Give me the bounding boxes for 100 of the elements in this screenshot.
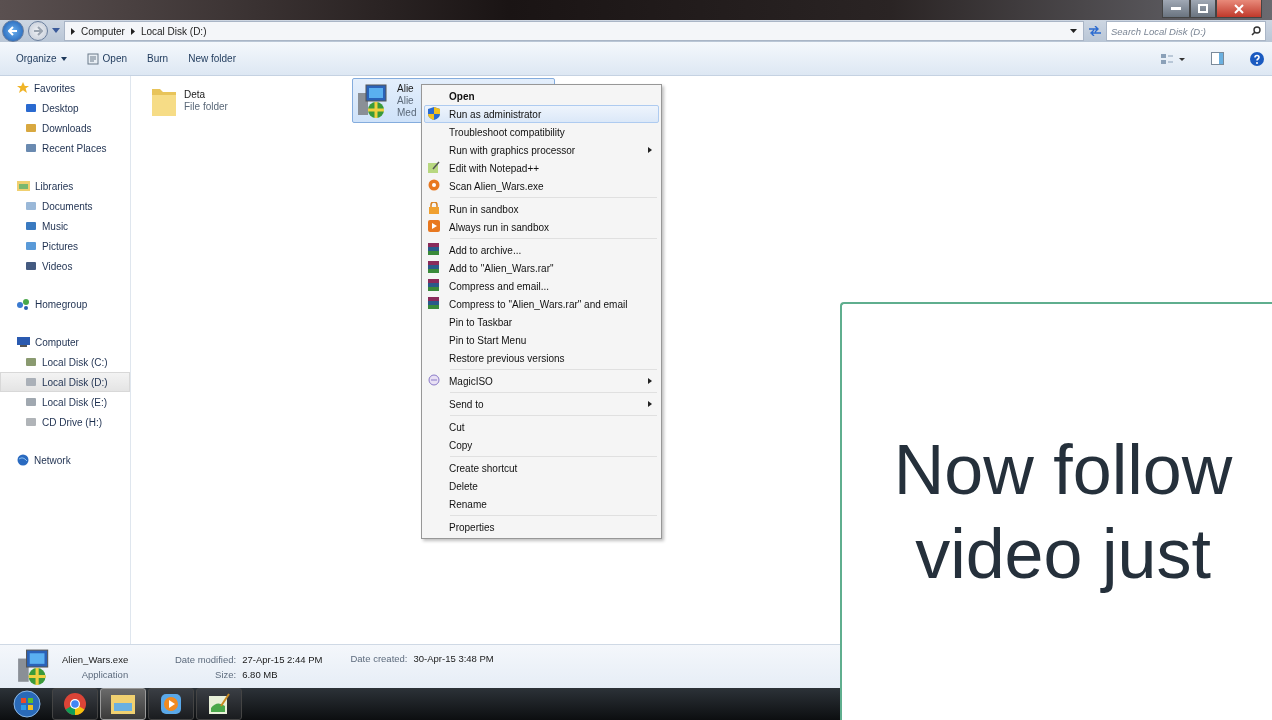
- nav-item[interactable]: Documents: [0, 196, 130, 216]
- detail-label: Date created:: [350, 653, 408, 664]
- archive-icon: [428, 243, 439, 255]
- preview-pane-icon[interactable]: [1211, 52, 1224, 65]
- media-player-icon[interactable]: [159, 692, 183, 716]
- place-icon: [25, 356, 37, 368]
- menu-item[interactable]: Add to "Alien_Wars.rar": [424, 259, 659, 277]
- toolbar-button[interactable]: Open: [78, 49, 136, 68]
- back-button[interactable]: [2, 20, 24, 42]
- nav-item[interactable]: Pictures: [0, 236, 130, 256]
- caption-line: Now follow: [893, 430, 1233, 511]
- caret-icon[interactable]: [1070, 28, 1077, 34]
- menu-item[interactable]: Always run in sandbox: [424, 218, 659, 236]
- back-arrow-icon: [8, 26, 18, 36]
- toolbar-button[interactable]: Organize: [8, 50, 75, 67]
- menu-item[interactable]: Add to archive...: [424, 241, 659, 259]
- menu-item[interactable]: Restore previous versions: [424, 349, 659, 367]
- nav-item[interactable]: Homegroup: [0, 294, 130, 314]
- disc-icon: [428, 374, 440, 386]
- place-icon: [25, 220, 37, 232]
- nav-item[interactable]: Computer: [0, 332, 130, 352]
- breadcrumb[interactable]: Computer: [81, 25, 125, 37]
- nav-item[interactable]: Local Disk (C:): [0, 352, 130, 372]
- view-icon[interactable]: [1161, 52, 1185, 65]
- place-icon: [25, 200, 37, 212]
- browser-icon[interactable]: [63, 692, 87, 716]
- detail-value: 30-Apr-15 3:48 PM: [413, 653, 494, 664]
- nav-item[interactable]: Local Disk (D:): [0, 372, 130, 392]
- close-icon: [1234, 3, 1244, 14]
- menu-item[interactable]: Pin to Taskbar: [424, 313, 659, 331]
- nav-item[interactable]: Recent Places: [0, 138, 130, 158]
- nav-item[interactable]: Downloads: [0, 118, 130, 138]
- place-icon: [25, 240, 37, 252]
- archive-icon: [428, 297, 439, 309]
- toolbar-button[interactable]: Burn: [139, 50, 177, 67]
- menu-item[interactable]: Properties: [424, 518, 659, 536]
- file-name: Alien_Wars.exe: [62, 653, 129, 665]
- chevron-icon: [71, 27, 75, 35]
- detail-label: Date modified:: [173, 653, 237, 665]
- menu-item[interactable]: Open: [424, 87, 659, 105]
- computer-icon: [17, 336, 30, 348]
- start-orb-icon[interactable]: [13, 690, 41, 718]
- minimize-icon: [1171, 6, 1181, 11]
- place-icon: [25, 102, 37, 114]
- place-icon: [25, 376, 37, 388]
- nav-item[interactable]: Videos: [0, 256, 130, 276]
- nav-item[interactable]: CD Drive (H:): [0, 412, 130, 432]
- menu-item[interactable]: Run with graphics processor: [424, 141, 659, 159]
- maximize-icon: [1198, 4, 1208, 13]
- menu-item[interactable]: Cut: [424, 418, 659, 436]
- menu-item[interactable]: Compress and email...: [424, 277, 659, 295]
- menu-item[interactable]: Copy: [424, 436, 659, 454]
- toolbar-button[interactable]: New folder: [180, 50, 244, 67]
- archive-icon: [428, 279, 439, 291]
- caption-line: video just: [915, 514, 1211, 595]
- menu-item[interactable]: Pin to Start Menu: [424, 331, 659, 349]
- menu-item[interactable]: Compress to "Alien_Wars.rar" and email: [424, 295, 659, 313]
- refresh-icon[interactable]: [1088, 26, 1102, 36]
- forward-arrow-icon: [33, 26, 43, 36]
- minimize-button[interactable]: [1162, 0, 1190, 18]
- detail-label: Size:: [214, 668, 237, 680]
- place-icon: [25, 260, 37, 272]
- close-button[interactable]: [1216, 0, 1262, 18]
- nav-item[interactable]: Local Disk (E:): [0, 392, 130, 412]
- menu-item[interactable]: Scan Alien_Wars.exe: [424, 177, 659, 195]
- archive-icon: [428, 261, 439, 273]
- menu-item[interactable]: Run as administrator: [424, 105, 659, 123]
- menu-item[interactable]: Delete: [424, 477, 659, 495]
- submenu-arrow-icon: [648, 401, 652, 407]
- menu-item[interactable]: Troubleshoot compatibility: [424, 123, 659, 141]
- help-icon[interactable]: [1250, 51, 1264, 66]
- menu-item[interactable]: Edit with Notepad++: [424, 159, 659, 177]
- globe-icon: [17, 454, 29, 466]
- address-field[interactable]: Computer Local Disk (D:): [64, 21, 1084, 41]
- nav-item[interactable]: Desktop: [0, 98, 130, 118]
- menu-item[interactable]: Run in sandbox: [424, 200, 659, 218]
- menu-item[interactable]: Create shortcut: [424, 459, 659, 477]
- library-icon: [17, 180, 30, 192]
- folder-icon[interactable]: [110, 693, 136, 715]
- file-item[interactable]: Deta File folder: [145, 78, 348, 123]
- scan-icon: [428, 179, 440, 191]
- menu-item[interactable]: Rename: [424, 495, 659, 513]
- place-icon: [25, 142, 37, 154]
- homegroup-icon: [17, 298, 30, 310]
- notepad-icon[interactable]: [207, 692, 231, 716]
- detail-value: 6.80 MB: [242, 668, 279, 680]
- nav-item[interactable]: Music: [0, 216, 130, 236]
- maximize-button[interactable]: [1190, 0, 1216, 18]
- forward-button[interactable]: [28, 21, 48, 41]
- place-icon: [25, 122, 37, 134]
- nav-item[interactable]: Favorites: [0, 78, 130, 98]
- breadcrumb[interactable]: Local Disk (D:): [140, 25, 207, 37]
- nav-item[interactable]: Libraries: [0, 176, 130, 196]
- menu-item[interactable]: Send to: [424, 395, 659, 413]
- chevron-icon: [130, 27, 135, 35]
- search-field[interactable]: Search Local Disk (D:): [1106, 21, 1266, 41]
- shield-icon: [428, 107, 440, 120]
- menu-item[interactable]: MagicISO: [424, 372, 659, 390]
- nav-item[interactable]: Network: [0, 450, 130, 470]
- open-icon: [86, 52, 99, 65]
